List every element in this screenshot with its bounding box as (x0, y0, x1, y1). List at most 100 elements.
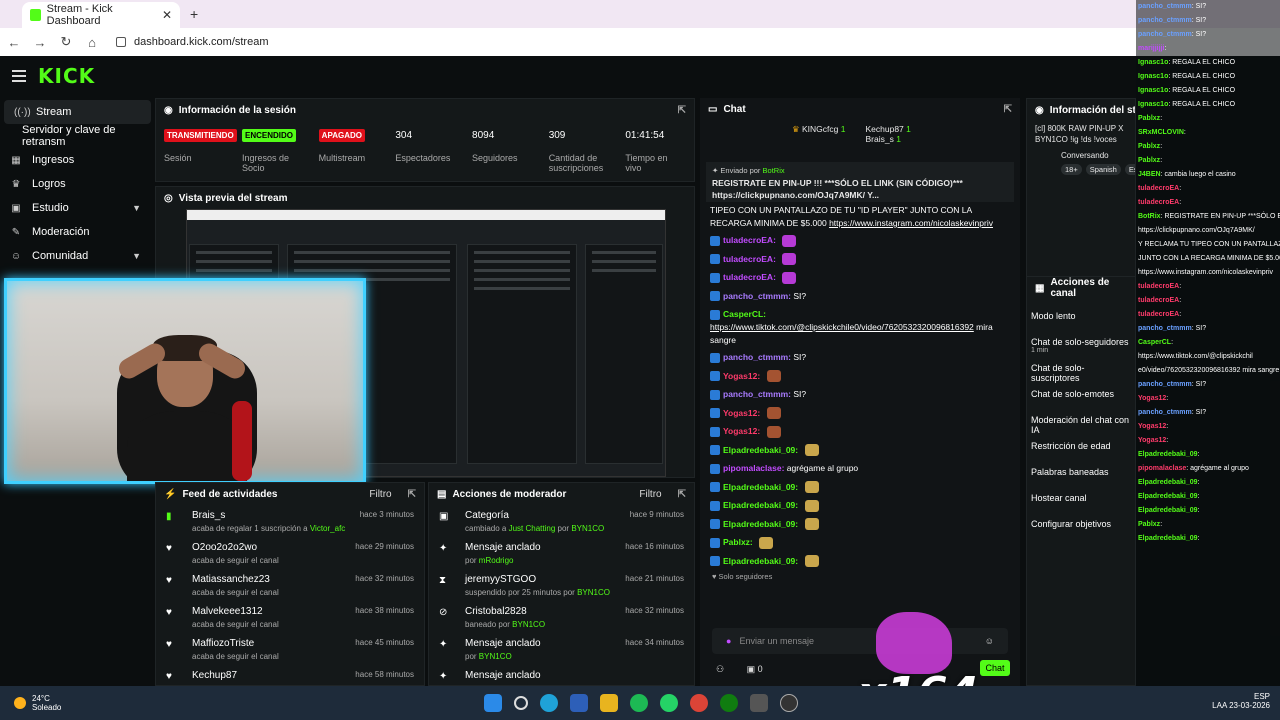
xbox-icon[interactable] (720, 694, 738, 712)
channel-action[interactable]: Chat de solo-suscriptores (1027, 357, 1135, 383)
chat-message[interactable]: tuladecroEA: (700, 232, 1020, 251)
chat-message[interactable]: Yogas12: (700, 423, 1020, 442)
folder-icon[interactable] (600, 694, 618, 712)
mod-sub-user[interactable]: mRodrigo (479, 556, 514, 565)
expand-icon[interactable]: ⇱ (408, 489, 416, 500)
feed-user[interactable]: Brais_s (192, 510, 360, 521)
chat-username[interactable]: tuladecroEA: (723, 272, 776, 282)
menu-icon[interactable] (12, 67, 26, 85)
emoji-icon[interactable]: ☺ (985, 636, 994, 646)
mod-item[interactable]: ⧗ jeremyySTGOO suspendido por 25 minutos p… (429, 569, 694, 601)
chat-message[interactable]: pancho_ctmmm: SI? (700, 349, 1020, 368)
chat-username[interactable]: pancho_ctmmm: (723, 352, 791, 362)
pinned-message[interactable]: ✦ Enviado por BotRix REGISTRATE EN PIN-U… (706, 162, 1014, 202)
expand-icon[interactable]: ⇱ (678, 105, 686, 116)
chat-message[interactable]: CasperCL: https://www.tiktok.com/@clipsk… (700, 306, 1020, 349)
mod-sub-user[interactable]: BYN1CO (571, 524, 604, 533)
gifter-card[interactable]: ♛ KINGcfcg 1 (792, 124, 845, 158)
expand-icon[interactable]: ⇱ (1004, 104, 1012, 115)
chat-input[interactable]: ● Enviar un mensaje ☺ (712, 628, 1008, 654)
feed-item[interactable]: ♥ Malvekeee1312 acaba de seguir el canal ha… (156, 601, 424, 633)
whatsapp-icon[interactable] (660, 694, 678, 712)
windows-start-icon[interactable] (484, 694, 502, 712)
gifter-card[interactable]: Kechup87 1 Brais_s 1 (865, 124, 910, 158)
chat-message[interactable]: pipomalaclase: agrégame al grupo (700, 460, 1020, 479)
mod-sub-user[interactable]: BYN1CO (577, 588, 610, 597)
chat-username[interactable]: Elpadredebaki_09: (723, 482, 798, 492)
chat-message[interactable]: tuladecroEA: (700, 251, 1020, 270)
mod-sub-user[interactable]: BYN1CO (512, 620, 545, 629)
chat-message[interactable]: Elpadredebaki_09: (700, 516, 1020, 535)
mod-item[interactable]: ✦ Mensaje anclado (429, 665, 694, 685)
chat-message[interactable]: pancho_ctmmm: SI? (700, 386, 1020, 405)
chat-message[interactable]: Elpadredebaki_09: (700, 497, 1020, 516)
mod-sub-user[interactable]: Just Chatting (509, 524, 556, 533)
feed-user[interactable]: Kechup87 (192, 670, 355, 681)
sidebar-item-achievements[interactable]: ♛ Logros (0, 172, 155, 196)
mod-item[interactable]: ✦ Mensaje anclado por mRodrigo hace 16 minu… (429, 537, 694, 569)
chat-message[interactable]: Elpadredebaki_09: (700, 553, 1020, 572)
chat-link[interactable]: https://www.instagram.com/nicolaskevinpr… (829, 218, 993, 228)
chat-link[interactable]: https://www.tiktok.com/@clipskickchile0/… (710, 322, 974, 332)
chevron-down-icon[interactable]: ▼ (132, 203, 141, 213)
sidebar-item-moderation[interactable]: ✎ Moderación (0, 220, 155, 244)
url-field[interactable]: dashboard.kick.com/stream (116, 36, 269, 48)
feed-user[interactable]: Malvekeee1312 (192, 606, 355, 617)
obs-icon[interactable] (780, 694, 798, 712)
channel-action[interactable]: Restricción de edad (1027, 435, 1135, 461)
chat-message[interactable]: Yogas12: (700, 368, 1020, 387)
chevron-down-icon[interactable]: ▼ (132, 251, 141, 261)
chat-username[interactable]: pancho_ctmmm: (723, 389, 791, 399)
expand-icon[interactable]: ⇱ (678, 489, 686, 500)
system-tray[interactable]: ESP LAA 23-03-2026 (1212, 692, 1270, 710)
channel-action[interactable]: Hostear canal (1027, 487, 1135, 513)
feed-sub-user[interactable]: Victor_afc (310, 524, 345, 533)
chat-username[interactable]: tuladecroEA: (723, 254, 776, 264)
channel-action[interactable]: Configurar objetivos (1027, 513, 1135, 539)
chat-message[interactable]: tuladecroEA: (700, 269, 1020, 288)
feed-item[interactable]: ♥ Matiassanchez23 acaba de seguir el canal… (156, 569, 424, 601)
chat-message[interactable]: Elpadredebaki_09: (700, 479, 1020, 498)
feed-user[interactable]: O2oo2o2o2wo (192, 542, 355, 553)
chat-message[interactable]: pancho_ctmmm: SI? (700, 288, 1020, 307)
sidebar-item-server-key[interactable]: Servidor y clave de retransm (0, 124, 155, 148)
chat-message[interactable]: Pablxz: (700, 534, 1020, 553)
chat-message[interactable]: Yogas12: (700, 405, 1020, 424)
new-tab-icon[interactable]: + (190, 6, 198, 22)
chat-username[interactable]: Elpadredebaki_09: (723, 519, 798, 529)
channel-action[interactable]: Chat de solo-emotes (1027, 383, 1135, 409)
chat-username[interactable]: tuladecroEA: (723, 235, 776, 245)
reload-icon[interactable]: ↻ (54, 34, 78, 50)
chat-username[interactable]: Elpadredebaki_09: (723, 500, 798, 510)
store-icon[interactable] (570, 694, 588, 712)
mod-sub-user[interactable]: BYN1CO (479, 652, 512, 661)
channel-action[interactable]: Moderación del chat con IA (1027, 409, 1135, 435)
chat-username[interactable]: pipomalaclase: (723, 463, 784, 473)
channel-action[interactable]: Chat de solo-seguidores 1 min (1027, 331, 1135, 357)
chat-username[interactable]: Pablxz: (723, 537, 753, 547)
sidebar-item-studio[interactable]: ▣ Estudio ▼ (0, 196, 155, 220)
forward-icon[interactable]: → (28, 35, 52, 50)
close-icon[interactable]: ✕ (162, 8, 172, 22)
points-icon[interactable]: ⚇ (716, 664, 724, 674)
feed-item[interactable]: ♥ MaffiozoTriste acaba de seguir el canal h… (156, 633, 424, 665)
chat-message[interactable]: TIPEO CON UN PANTALLAZO DE TU "ID PLAYER… (700, 202, 1020, 232)
home-icon[interactable]: ⌂ (80, 35, 104, 50)
mod-item[interactable]: ✦ Mensaje anclado por BYN1CO hace 34 minuto… (429, 633, 694, 665)
chat-send-button[interactable]: Chat (980, 660, 1010, 676)
feed-user[interactable]: MaffiozoTriste (192, 638, 355, 649)
channel-action[interactable]: Modo lento (1027, 305, 1135, 331)
search-icon[interactable] (514, 696, 528, 710)
kick-logo[interactable]: KICK (38, 64, 95, 88)
chat-username[interactable]: pancho_ctmmm: (723, 291, 791, 301)
spotify-icon[interactable] (630, 694, 648, 712)
gift-icon[interactable]: ▣ (747, 664, 756, 674)
site-settings-icon[interactable] (116, 37, 126, 47)
chrome-icon[interactable] (690, 694, 708, 712)
chat-username[interactable]: Elpadredebaki_09: (723, 445, 798, 455)
mod-item[interactable]: ⊘ Cristobal2828 baneado por BYN1CO hace 32 … (429, 601, 694, 633)
sidebar-item-stream[interactable]: ((·)) Stream (4, 100, 151, 124)
chat-message[interactable]: Elpadredebaki_09: (700, 442, 1020, 461)
sidebar-item-revenue[interactable]: ▦ Ingresos (0, 148, 155, 172)
chat-username[interactable]: Yogas12: (723, 408, 760, 418)
